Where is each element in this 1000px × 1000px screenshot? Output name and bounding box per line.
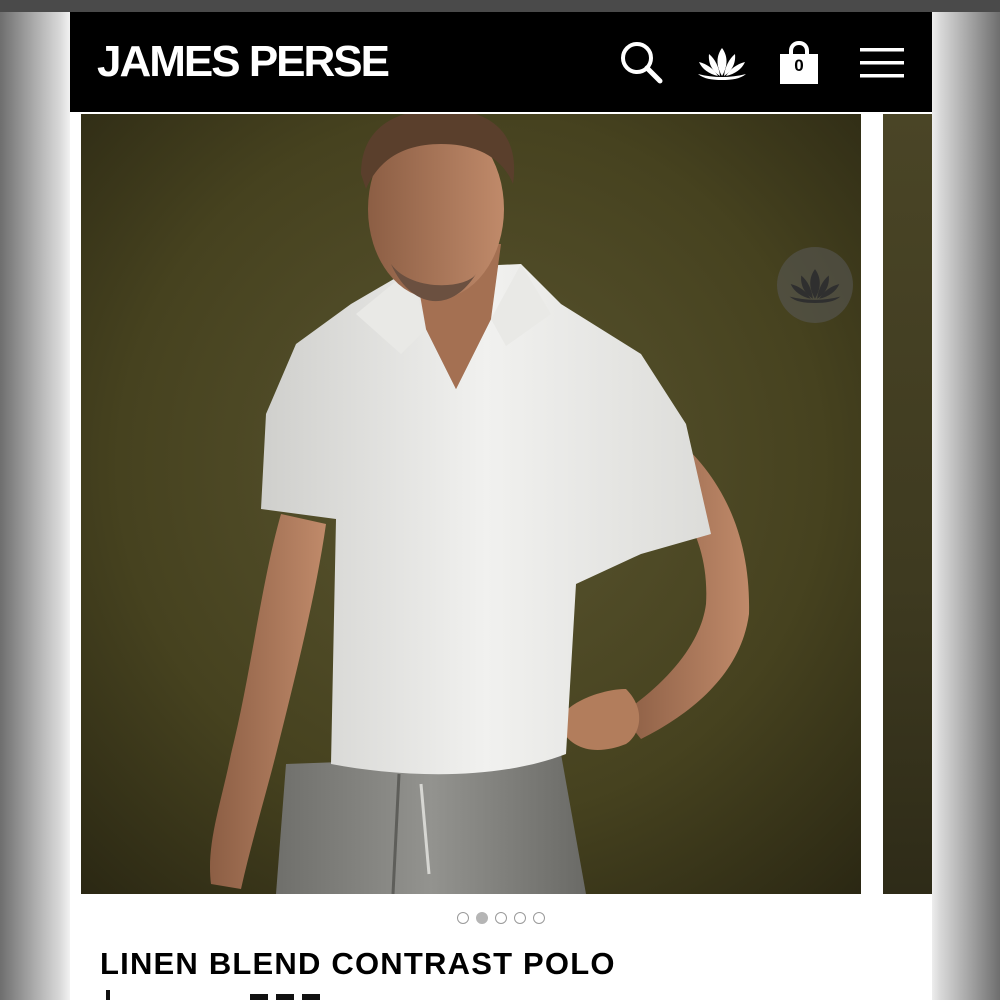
carousel-dot[interactable] xyxy=(533,912,545,924)
product-title: LINEN BLEND CONTRAST POLO xyxy=(100,946,616,981)
cart-button[interactable]: 0 xyxy=(773,37,825,89)
site-header: JAMES PERSE 0 xyxy=(70,12,932,112)
status-strip xyxy=(0,0,1000,12)
lotus-button[interactable] xyxy=(696,37,748,89)
search-icon xyxy=(621,42,663,84)
carousel-dot[interactable] xyxy=(514,912,526,924)
carousel-dot[interactable] xyxy=(457,912,469,924)
product-photo-illustration xyxy=(81,114,861,894)
search-button[interactable] xyxy=(616,37,668,89)
product-image-carousel[interactable] xyxy=(70,112,932,894)
cart-count: 0 xyxy=(794,56,804,75)
next-product-photo[interactable] xyxy=(883,114,932,894)
lotus-icon xyxy=(698,48,746,80)
mobile-page: JAMES PERSE 0 LINEN BLEND CONTRAST POLO xyxy=(70,12,932,1000)
brand-logo[interactable]: JAMES PERSE xyxy=(97,34,390,90)
carousel-dot-active[interactable] xyxy=(476,912,488,924)
menu-button[interactable] xyxy=(856,37,908,89)
lotus-icon xyxy=(789,269,841,303)
carousel-dot[interactable] xyxy=(495,912,507,924)
product-price-cropped xyxy=(100,990,340,1000)
hamburger-menu-icon xyxy=(860,48,904,78)
favorite-button[interactable] xyxy=(777,247,853,323)
product-photo[interactable] xyxy=(81,114,861,894)
carousel-pagination xyxy=(70,912,932,930)
